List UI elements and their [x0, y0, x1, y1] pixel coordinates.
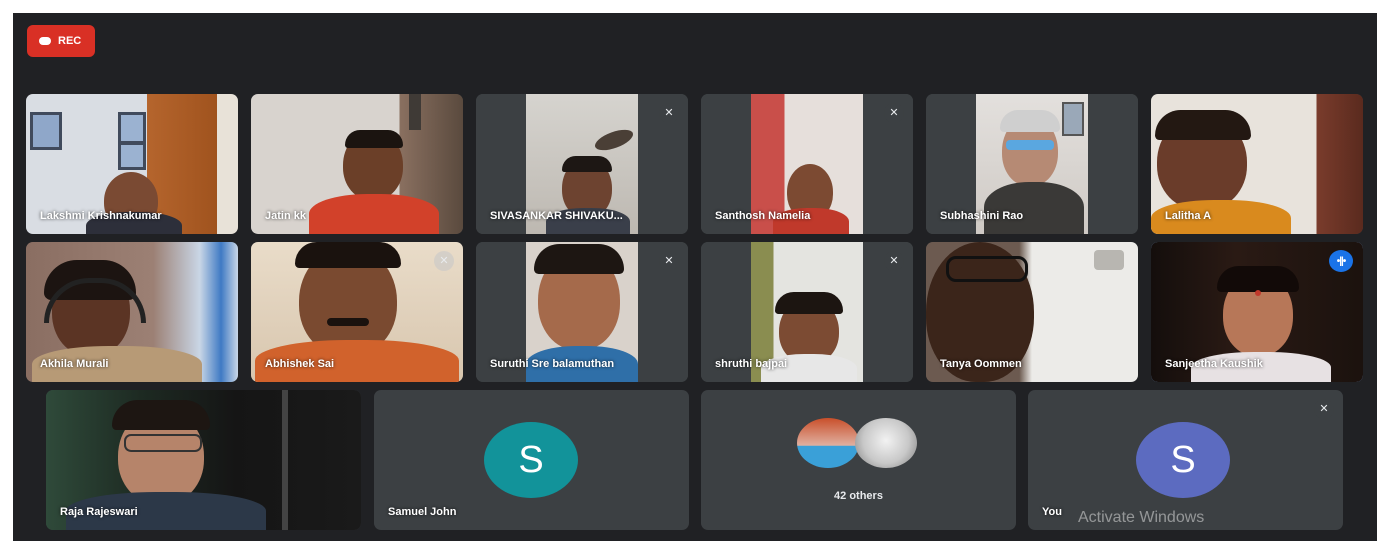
mic-off-icon: ✕ [659, 103, 679, 123]
participant-tile-active-speaker[interactable]: Sanjeetha Kaushik •||• [1151, 242, 1363, 382]
participant-tile[interactable]: Lalitha A [1151, 94, 1363, 234]
participant-name: Lalitha A [1165, 210, 1212, 222]
participant-name: Jatin kk [265, 210, 306, 222]
others-tile[interactable]: 42 others [701, 390, 1016, 530]
participant-avatar [797, 418, 859, 468]
participant-tile[interactable]: SIVASANKAR SHIVAKU... ✕ [476, 94, 688, 234]
mic-off-icon: ✕ [884, 103, 904, 123]
participant-name: SIVASANKAR SHIVAKU... [490, 210, 623, 222]
self-avatar: S [1136, 422, 1230, 498]
participant-name: Samuel John [388, 506, 457, 518]
recording-label: REC [58, 35, 82, 47]
recording-badge: REC [27, 25, 96, 57]
participant-tile[interactable]: Lakshmi Krishnakumar [26, 94, 238, 234]
participant-tile[interactable]: shruthi bajpai ✕ [701, 242, 913, 382]
participant-tile[interactable]: Akhila Murali [26, 242, 238, 382]
participant-name: Akhila Murali [40, 358, 109, 370]
audio-level-icon: •||• [1329, 250, 1353, 272]
participant-name: Raja Rajeswari [60, 506, 138, 518]
participant-tile[interactable]: Subhashini Rao [926, 94, 1138, 234]
self-name: You [1042, 506, 1062, 518]
avatar-letter: S [518, 438, 544, 481]
participant-tile[interactable]: Suruthi Sre balamuthan ✕ [476, 242, 688, 382]
activate-windows-watermark: Activate Windows [1078, 509, 1205, 526]
participant-tile[interactable]: Tanya Oommen [926, 242, 1138, 382]
participant-avatar: S [484, 422, 578, 498]
participant-name: Sanjeetha Kaushik [1165, 358, 1263, 370]
participant-name: Suruthi Sre balamuthan [490, 358, 615, 370]
participant-name: Abhishek Sai [265, 358, 335, 370]
participant-tile[interactable]: Santhosh Namelia ✕ [701, 94, 913, 234]
mic-off-icon: ✕ [434, 251, 454, 271]
mic-off-icon: ✕ [659, 251, 679, 271]
participant-name: Santhosh Namelia [715, 210, 811, 222]
participant-tile[interactable]: Raja Rajeswari [46, 390, 361, 530]
participant-tile[interactable]: Jatin kk [251, 94, 463, 234]
participant-name: shruthi bajpai [715, 358, 788, 370]
participant-name: Lakshmi Krishnakumar [40, 210, 162, 222]
participant-tile[interactable]: S Samuel John [374, 390, 689, 530]
participant-name: Subhashini Rao [940, 210, 1024, 222]
record-dot-icon [39, 37, 51, 45]
participant-name: Tanya Oommen [940, 358, 1022, 370]
mic-off-icon: ✕ [1314, 399, 1334, 419]
participant-tile[interactable]: Abhishek Sai ✕ [251, 242, 463, 382]
mic-off-icon: ✕ [884, 251, 904, 271]
avatar-letter: S [1170, 438, 1196, 481]
meeting-window: REC Lakshmi Krishnakumar Jatin kk SIVASA… [13, 13, 1377, 541]
others-count: 42 others [834, 490, 883, 502]
participant-avatar [855, 418, 917, 468]
